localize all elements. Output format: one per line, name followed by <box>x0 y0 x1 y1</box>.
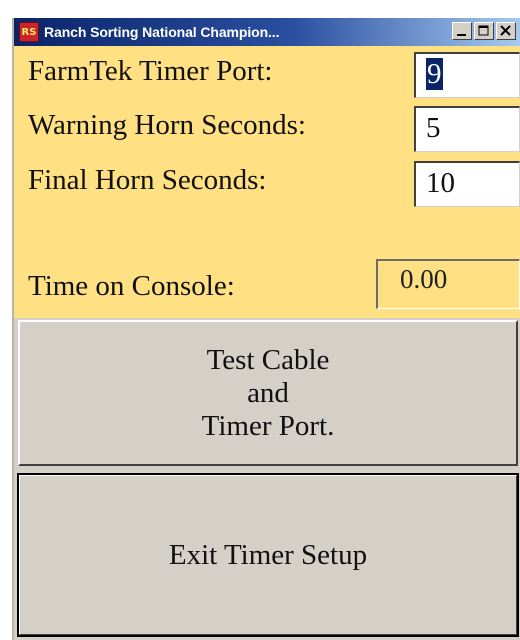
warning-horn-label: Warning Horn Seconds: <box>28 109 306 141</box>
test-cable-line-1: Test Cable <box>206 343 330 376</box>
minimize-button[interactable] <box>452 22 472 40</box>
console-time-value: 0.00 <box>400 264 448 294</box>
test-cable-line-2: and <box>247 376 289 409</box>
timer-setup-window: RS Ranch Sorting National Champion... Fa… <box>12 18 520 640</box>
test-cable-line-3: Timer Port. <box>201 409 335 442</box>
test-cable-button[interactable]: Test Cable and Timer Port. <box>18 320 518 466</box>
title-bar[interactable]: RS Ranch Sorting National Champion... <box>14 18 520 46</box>
warning-horn-input[interactable]: 5 <box>414 106 520 152</box>
close-icon <box>500 25 511 36</box>
minimize-icon <box>457 34 466 36</box>
console-time-label: Time on Console: <box>28 270 235 302</box>
settings-panel: FarmTek Timer Port: 9 Warning Horn Secon… <box>14 46 520 318</box>
exit-timer-setup-button[interactable]: Exit Timer Setup <box>17 473 519 637</box>
final-horn-value: 10 <box>426 167 455 199</box>
final-horn-input[interactable]: 10 <box>414 161 520 207</box>
maximize-button[interactable] <box>474 22 494 40</box>
console-time-display: 0.00 <box>376 259 520 309</box>
timer-port-input[interactable]: 9 <box>414 52 520 98</box>
close-button[interactable] <box>496 22 516 40</box>
window-controls <box>452 22 516 40</box>
app-icon[interactable]: RS <box>19 22 39 42</box>
exit-timer-setup-label: Exit Timer Setup <box>168 538 368 571</box>
maximize-icon <box>478 25 489 36</box>
timer-port-value: 9 <box>426 58 443 90</box>
timer-port-label: FarmTek Timer Port: <box>28 55 273 87</box>
final-horn-label: Final Horn Seconds: <box>28 164 267 196</box>
window-title: Ranch Sorting National Champion... <box>44 24 280 40</box>
warning-horn-value: 5 <box>426 112 441 144</box>
